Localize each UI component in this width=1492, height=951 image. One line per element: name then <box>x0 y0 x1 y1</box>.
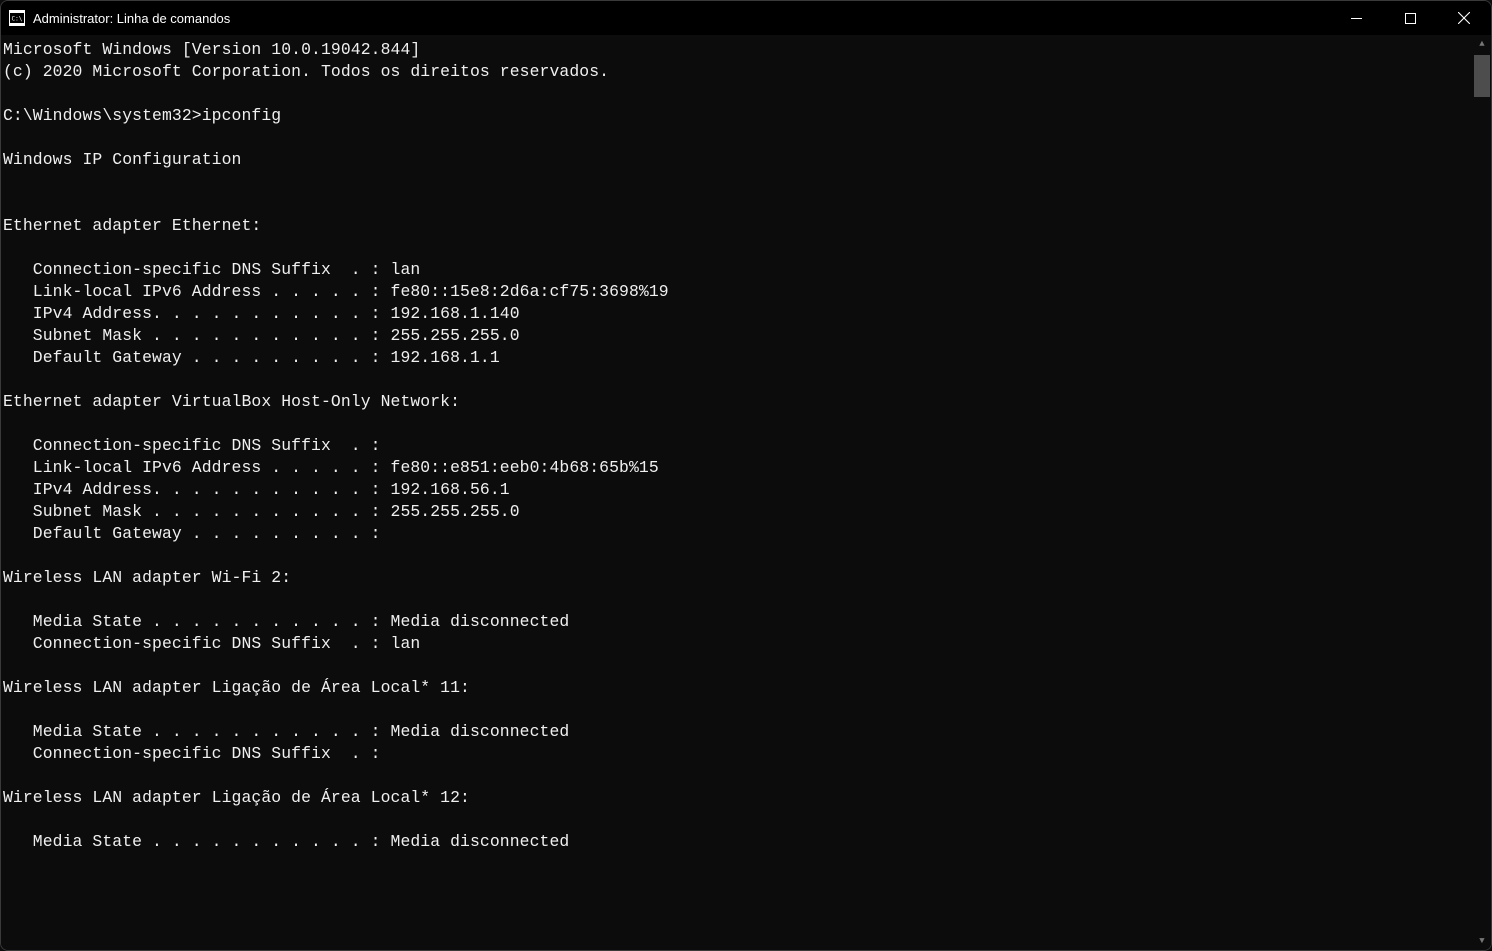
close-button[interactable] <box>1437 1 1491 35</box>
scrollbar-thumb[interactable] <box>1474 55 1490 97</box>
window-title: Administrator: Linha de comandos <box>33 11 230 26</box>
scrollbar-down-arrow-icon[interactable]: ▼ <box>1473 932 1491 950</box>
svg-text:C:\: C:\ <box>12 16 23 23</box>
titlebar-left: C:\ Administrator: Linha de comandos <box>9 10 230 26</box>
terminal-area: Microsoft Windows [Version 10.0.19042.84… <box>1 35 1491 950</box>
terminal-output[interactable]: Microsoft Windows [Version 10.0.19042.84… <box>1 35 1473 950</box>
titlebar[interactable]: C:\ Administrator: Linha de comandos <box>1 1 1491 35</box>
maximize-button[interactable] <box>1383 1 1437 35</box>
scrollbar-up-arrow-icon[interactable]: ▲ <box>1473 35 1491 53</box>
cmd-icon: C:\ <box>9 10 25 26</box>
minimize-button[interactable] <box>1329 1 1383 35</box>
window-controls <box>1329 1 1491 35</box>
command-prompt-window: C:\ Administrator: Linha de comandos Mic… <box>0 0 1492 951</box>
vertical-scrollbar[interactable]: ▲ ▼ <box>1473 35 1491 950</box>
